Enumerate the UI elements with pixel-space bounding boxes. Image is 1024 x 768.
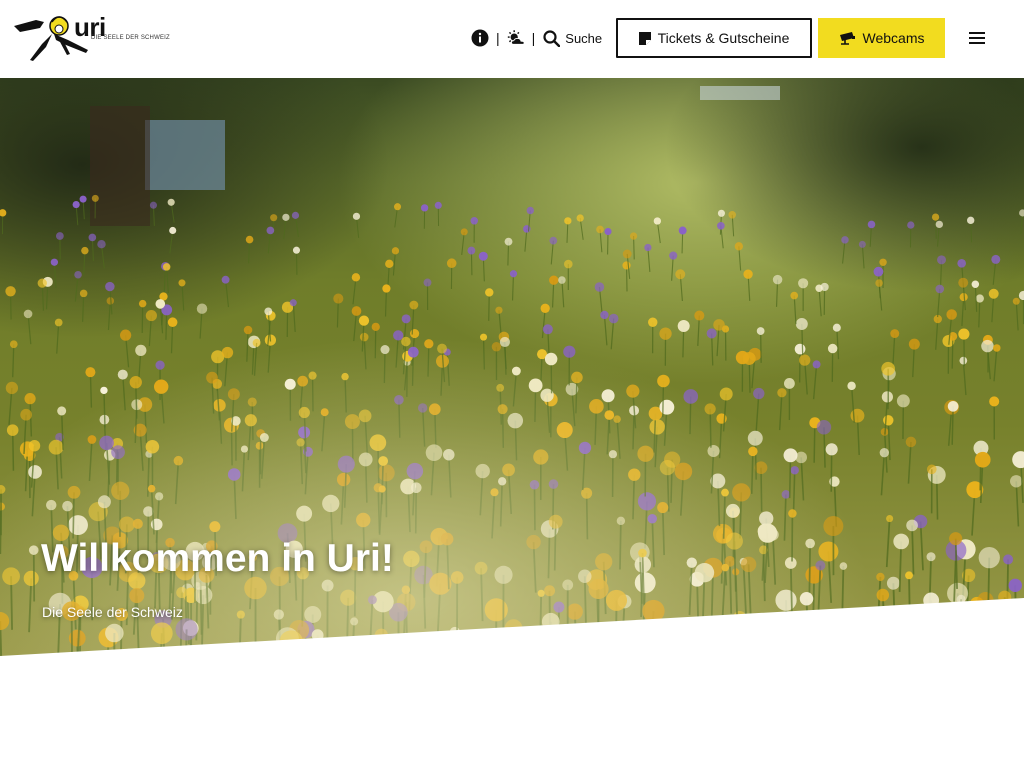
tickets-label: Tickets & Gutscheine (657, 30, 790, 46)
hero-banner: Willkommen in Uri! Die Seele der Schweiz (0, 78, 1024, 656)
uri-logo[interactable]: uri DIE SEELE DER SCHWEIZ (12, 10, 172, 66)
separator: | (496, 30, 500, 46)
search-label: Suche (565, 30, 603, 46)
page-subtitle: Die Seele der Schweiz (42, 604, 183, 620)
info-icon[interactable] (470, 28, 490, 48)
webcams-label: Webcams (862, 30, 925, 46)
page-title: Willkommen in Uri! (41, 537, 394, 580)
search-icon (543, 29, 561, 47)
weather-icon[interactable] (506, 28, 526, 48)
camera-icon (839, 31, 856, 45)
separator: | (531, 30, 536, 46)
logo-tagline: DIE SEELE DER SCHWEIZ (91, 35, 170, 41)
hamburger-menu-icon[interactable] (966, 28, 988, 48)
utility-nav: | | Suche (470, 27, 602, 49)
search-button[interactable]: Suche (543, 29, 603, 47)
tickets-button[interactable]: Tickets & Gutscheine (616, 18, 812, 58)
ticket-icon (638, 31, 651, 45)
site-header: uri DIE SEELE DER SCHWEIZ | | Suche Tick… (0, 0, 1024, 78)
webcams-button[interactable]: Webcams (818, 18, 945, 58)
